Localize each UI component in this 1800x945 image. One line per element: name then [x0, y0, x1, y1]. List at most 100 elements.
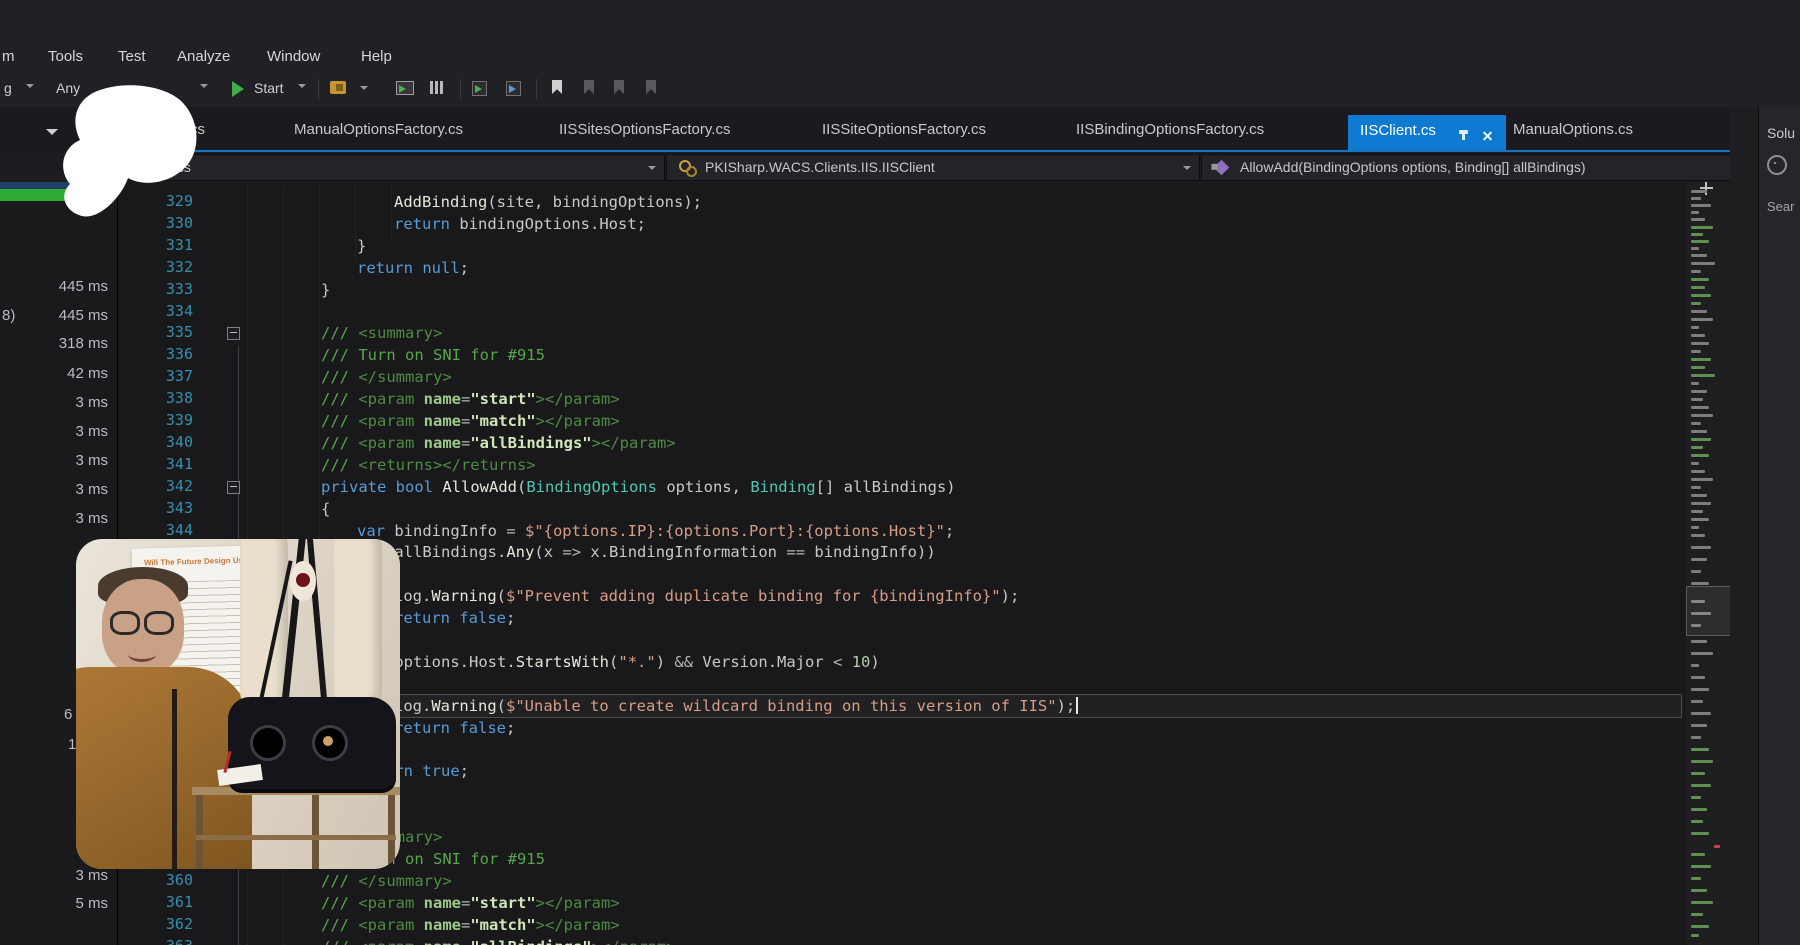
- code-line-362[interactable]: /// <param name="match"></param>: [321, 915, 620, 936]
- tab-iisbindingoptionsfactory[interactable]: IISBindingOptionsFactory.cs: [1076, 121, 1264, 138]
- minimap-mark: [1691, 748, 1709, 751]
- code-line-350[interactable]: if (options.Host.StartsWith("*.") && Ver…: [357, 652, 880, 673]
- preview-changes-icon[interactable]: [396, 81, 414, 95]
- dropdown-caret-icon: [648, 166, 656, 174]
- profiler-progress-bar: [0, 189, 94, 201]
- line-number: 333: [140, 280, 193, 298]
- code-line-352[interactable]: log.Warning($"Unable to create wildcard …: [394, 696, 1078, 717]
- bookmark-icon[interactable]: [552, 80, 562, 94]
- member-dropdown[interactable]: AllowAdd(BindingOptions options, Binding…: [1201, 154, 1750, 181]
- menu-analyze[interactable]: Analyze: [177, 48, 230, 65]
- code-line-361[interactable]: /// <param name="start"></param>: [321, 893, 620, 914]
- start-play-icon[interactable]: [232, 81, 244, 97]
- line-number: 362: [140, 915, 193, 933]
- minimap-mark: [1691, 438, 1711, 441]
- table: [192, 787, 400, 869]
- debug-config-caret-icon[interactable]: [26, 84, 34, 92]
- minimap-mark: [1691, 254, 1707, 257]
- code-line-344[interactable]: var bindingInfo = $"{options.IP}:{option…: [357, 521, 954, 542]
- code-line-331[interactable]: }: [357, 236, 366, 257]
- minimap-mark: [1691, 334, 1705, 337]
- code-line-338[interactable]: /// <param name="start"></param>: [321, 389, 620, 410]
- poster-title: Will The Future Design Us?: [138, 556, 254, 568]
- bookmark-clear-icon[interactable]: [646, 80, 656, 94]
- code-line-337[interactable]: /// </summary>: [321, 367, 452, 388]
- sync-icon[interactable]: [1767, 155, 1787, 175]
- minimap-plus-icon[interactable]: [1700, 182, 1713, 195]
- toolbar-separator: [460, 79, 461, 99]
- code-line-342[interactable]: private bool AllowAdd(BindingOptions opt…: [321, 477, 956, 498]
- line-number: 342: [140, 477, 193, 495]
- timing-value: 3 ms: [8, 510, 108, 527]
- attach-to-process-icon[interactable]: [330, 81, 346, 94]
- minimap-mark: [1691, 760, 1713, 763]
- minimap-mark: [1691, 546, 1711, 549]
- timing-value: 3 ms: [8, 394, 108, 411]
- tab-iissiteoptionsfactory[interactable]: IISSiteOptionsFactory.cs: [822, 121, 986, 138]
- tab-hidden-fragment[interactable]: cs: [190, 121, 205, 138]
- collapse-region-toggle[interactable]: [227, 327, 240, 340]
- code-line-333[interactable]: }: [321, 280, 330, 301]
- tab-iissitesoptionsfactory[interactable]: IISSitesOptionsFactory.cs: [559, 121, 730, 138]
- text-cursor: [1076, 697, 1078, 714]
- method-icon: [1214, 160, 1230, 176]
- panel-dropdown-caret-icon[interactable]: [46, 129, 58, 141]
- minimap-mark: [1691, 366, 1705, 369]
- menu-test[interactable]: Test: [118, 48, 146, 65]
- minimap-mark: [1691, 796, 1701, 799]
- minimap-mark: [1691, 832, 1709, 835]
- menu-help[interactable]: Help: [361, 48, 392, 65]
- start-button-label[interactable]: Start: [254, 80, 284, 96]
- editor-minimap[interactable]: [1686, 182, 1730, 945]
- navigate-backward-icon[interactable]: [472, 81, 487, 96]
- minimap-viewport[interactable]: [1686, 586, 1731, 636]
- collapse-region-toggle[interactable]: [227, 481, 240, 494]
- code-line-340[interactable]: /// <param name="allBindings"></param>: [321, 433, 676, 454]
- navigate-forward-icon[interactable]: [506, 81, 521, 96]
- bookmark-next-icon[interactable]: [614, 80, 624, 94]
- code-line-363[interactable]: /// <param name="allBindings"></param>: [321, 937, 676, 945]
- platform-combo-caret-icon[interactable]: [200, 84, 208, 92]
- code-line-345[interactable]: if (allBindings.Any(x => x.BindingInform…: [357, 542, 936, 563]
- solution-search-box[interactable]: Sear: [1767, 199, 1794, 214]
- minimap-mark: [1691, 889, 1707, 892]
- menu-window[interactable]: Window: [267, 48, 320, 65]
- code-line-339[interactable]: /// <param name="match"></param>: [321, 411, 620, 432]
- profiler-header-strip: [0, 182, 94, 189]
- show-threads-icon[interactable]: [430, 81, 444, 94]
- menu-fragment[interactable]: m: [2, 48, 15, 65]
- type-dropdown[interactable]: PKISharp.WACS.Clients.IIS.IISClient: [666, 154, 1200, 181]
- project-dropdown[interactable]: wacs: [120, 154, 665, 181]
- toolbar-overflow-caret-icon[interactable]: [360, 86, 368, 94]
- person-smile: [128, 647, 156, 662]
- close-icon[interactable]: [1482, 130, 1493, 141]
- pin-icon[interactable]: [1462, 130, 1465, 140]
- code-line-341[interactable]: /// <returns></returns>: [321, 455, 536, 476]
- minimap-mark: [1691, 382, 1699, 385]
- code-line-336[interactable]: /// Turn on SNI for #915: [321, 345, 545, 366]
- machine-pillar: [334, 539, 382, 711]
- tab-manualoptions[interactable]: ManualOptions.cs: [1513, 121, 1633, 138]
- tab-iisclient-active[interactable]: IISClient.cs: [1348, 115, 1506, 151]
- line-number: 332: [140, 258, 193, 276]
- code-line-348[interactable]: return false;: [394, 608, 515, 629]
- code-line-353[interactable]: return false;: [394, 718, 515, 739]
- tab-manualoptionsfactory[interactable]: ManualOptionsFactory.cs: [294, 121, 463, 138]
- minimap-mark: [1691, 204, 1711, 207]
- code-line-330[interactable]: return bindingOptions.Host;: [394, 214, 646, 235]
- machine-sensor: [290, 561, 316, 601]
- bookmark-prev-icon[interactable]: [584, 80, 594, 94]
- class-icon: [679, 160, 695, 175]
- code-line-347[interactable]: log.Warning($"Prevent adding duplicate b…: [394, 586, 1019, 607]
- start-options-caret-icon[interactable]: [298, 84, 306, 92]
- code-line-329[interactable]: AddBinding(site, bindingOptions);: [394, 192, 702, 213]
- code-line-335[interactable]: /// <summary>: [321, 323, 442, 344]
- line-number: 360: [140, 871, 193, 889]
- debug-config-fragment[interactable]: g: [4, 80, 12, 96]
- platform-combo-fragment[interactable]: Any: [56, 80, 80, 96]
- minimap-mark: [1691, 877, 1701, 880]
- code-line-343[interactable]: {: [321, 499, 330, 520]
- code-line-360[interactable]: /// </summary>: [321, 871, 452, 892]
- menu-tools[interactable]: Tools: [48, 48, 83, 65]
- code-line-332[interactable]: return null;: [357, 258, 469, 279]
